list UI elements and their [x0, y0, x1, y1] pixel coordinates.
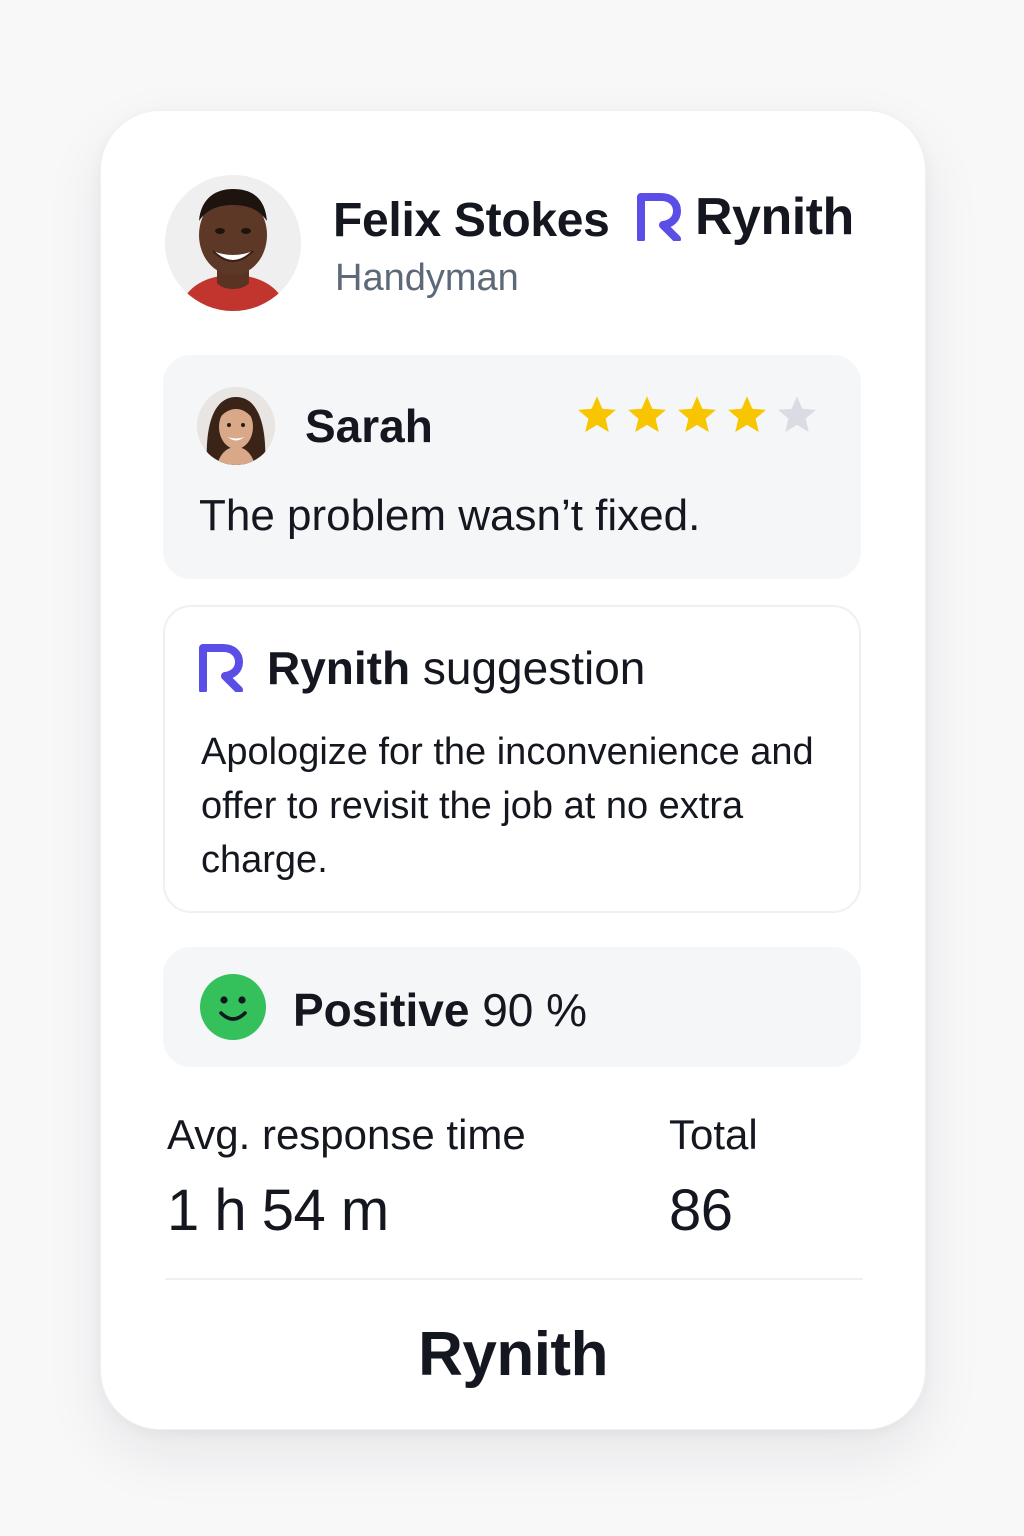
total-label: Total — [669, 1111, 758, 1158]
rynith-logo-icon — [199, 644, 243, 692]
star-filled-icon — [728, 396, 766, 433]
worker-avatar[interactable] — [165, 175, 301, 311]
sentiment-indicator: Positive 90 % — [163, 947, 861, 1067]
response-time-label: Avg. response time — [167, 1111, 526, 1158]
star-empty-icon — [778, 396, 816, 433]
reviewer-photo — [197, 387, 275, 465]
smiley-face-icon — [200, 974, 266, 1040]
response-time-value: 1 h 54 m — [167, 1178, 389, 1243]
reviewer-name: Sarah — [305, 400, 433, 452]
suggestion-title: Rynith suggestion — [267, 641, 645, 695]
divider — [165, 1278, 863, 1280]
worker-name: Felix Stokes — [333, 194, 610, 247]
footer-brand: Rynith — [418, 1320, 608, 1389]
star-filled-icon — [678, 396, 716, 433]
sentiment-value: 90 % — [482, 984, 588, 1036]
customer-review: Sarah The problem wasn’t fixed. — [163, 355, 861, 579]
star-filled-icon — [628, 396, 666, 433]
star-filled-icon — [578, 396, 616, 433]
suggestion-brand: Rynith — [267, 642, 411, 694]
worker-photo — [165, 175, 301, 311]
brand-name: Rynith — [695, 188, 854, 246]
ai-suggestion[interactable]: Rynith suggestion Apologize for the inco… — [163, 605, 861, 913]
suggestion-text: Apologize for the inconvenience and offe… — [201, 731, 814, 881]
rynith-logo-icon — [637, 193, 681, 241]
review-card: Felix Stokes Handyman Rynith Sarah The p… — [100, 110, 926, 1430]
review-text: The problem wasn’t fixed. — [199, 491, 701, 540]
reviewer-avatar[interactable] — [197, 387, 275, 465]
star-rating — [575, 393, 819, 437]
brand-header: Rynith — [637, 187, 854, 247]
suggestion-header: Rynith suggestion — [199, 641, 645, 695]
sentiment-text: Positive 90 % — [293, 983, 587, 1037]
suggestion-title-suffix: suggestion — [422, 642, 646, 694]
total-value: 86 — [669, 1178, 733, 1243]
worker-role: Handyman — [335, 257, 519, 299]
sentiment-label: Positive — [293, 984, 470, 1036]
